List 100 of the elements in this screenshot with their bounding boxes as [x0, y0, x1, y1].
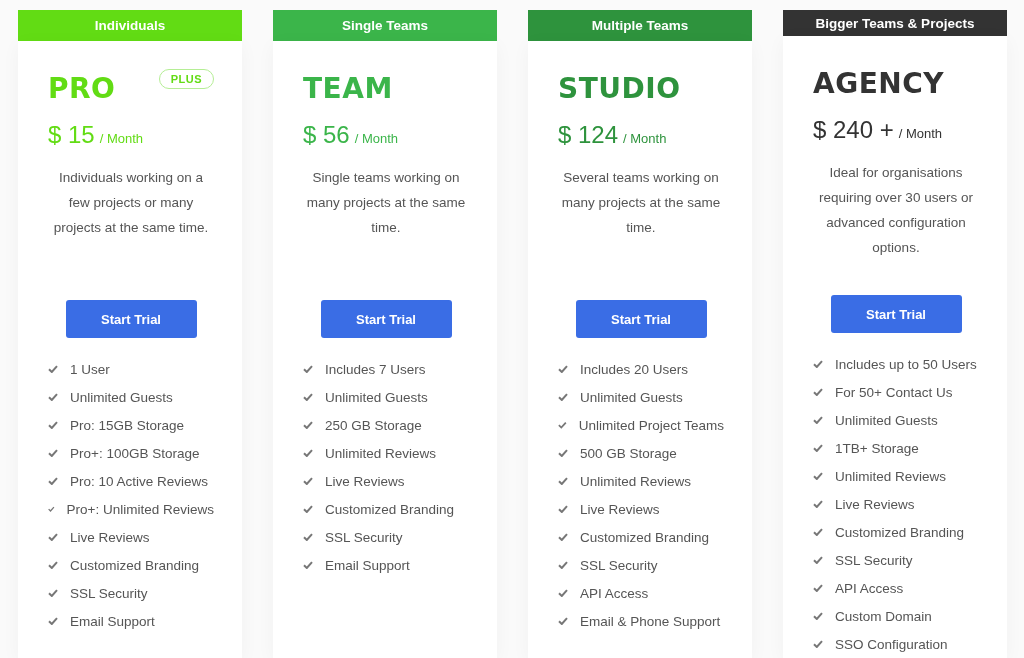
- check-icon: [813, 360, 823, 368]
- feature-text: SSO Configuration: [835, 636, 948, 652]
- feature-text: Unlimited Guests: [70, 389, 173, 405]
- plan-description: Ideal for organisations requiring over 30 users or advanced configuration options.: [818, 164, 974, 257]
- check-icon: [48, 561, 58, 569]
- check-icon: [48, 421, 58, 429]
- feature-text: 1TB+ Storage: [835, 440, 919, 456]
- start-trial-button[interactable]: Start Trial: [830, 295, 962, 333]
- check-icon: [303, 477, 313, 485]
- check-icon: [303, 561, 313, 569]
- plan-description: Several teams working on many projects at the same time.: [560, 169, 722, 237]
- check-icon: [558, 533, 568, 541]
- check-icon: [48, 449, 58, 457]
- check-icon: [303, 421, 313, 429]
- plan-price: $ 240 +: [813, 116, 894, 144]
- feature-text: 500 GB Storage: [580, 445, 677, 461]
- feature-text: Includes 20 Users: [580, 361, 689, 377]
- feature-text: Customized Branding: [70, 557, 200, 573]
- feature-text: API Access: [835, 580, 904, 596]
- check-icon: [558, 617, 568, 625]
- check-icon: [813, 416, 823, 424]
- plan-description: Single teams working on many projects at the same time.: [305, 169, 467, 237]
- price-period: / Month: [354, 131, 399, 146]
- feature-text: API Access: [580, 585, 649, 601]
- check-icon: [813, 388, 823, 396]
- feature-text: For 50+ Contact Us: [835, 384, 953, 400]
- check-icon: [48, 533, 58, 541]
- feature-text: Live Reviews: [835, 496, 915, 512]
- check-icon: [303, 505, 313, 513]
- plan-name: STUDIO: [558, 71, 681, 107]
- feature-text: Unlimited Project Teams: [578, 417, 724, 433]
- check-icon: [558, 393, 568, 401]
- feature-text: Unlimited Reviews: [325, 445, 437, 461]
- feature-text: SSL Security: [835, 552, 913, 568]
- check-icon: [813, 500, 823, 508]
- feature-text: SSL Security: [580, 557, 658, 573]
- feature-text: Customized Branding: [325, 501, 455, 517]
- plan-header: Individuals: [18, 10, 242, 41]
- check-icon: [303, 449, 313, 457]
- feature-text: Custom Domain: [835, 608, 932, 624]
- check-icon: [48, 477, 58, 485]
- feature-text: 250 GB Storage: [325, 417, 422, 433]
- check-icon: [813, 472, 823, 480]
- check-icon: [48, 617, 58, 625]
- check-icon: [558, 561, 568, 569]
- plan-description: Individuals working on a few projects or many projects at the same time.: [52, 169, 210, 237]
- check-icon: [813, 556, 823, 564]
- check-icon: [303, 365, 313, 373]
- feature-text: Live Reviews: [70, 529, 150, 545]
- plan-price: $ 56: [303, 121, 350, 149]
- price-period: / Month: [898, 126, 943, 141]
- check-icon: [813, 528, 823, 536]
- plan-name: PRO: [48, 71, 116, 107]
- check-icon: [558, 421, 567, 429]
- feature-text: Includes up to 50 Users: [835, 356, 977, 372]
- feature-text: Unlimited Reviews: [835, 468, 947, 484]
- feature-text: Unlimited Reviews: [580, 473, 692, 489]
- price-period: / Month: [623, 131, 667, 146]
- feature-text: Email Support: [70, 613, 155, 629]
- plan-name: TEAM: [303, 71, 393, 107]
- feature-text: Unlimited Guests: [580, 389, 683, 405]
- feature-text: 1 User: [70, 361, 110, 377]
- plan-price: $ 15: [48, 121, 95, 149]
- check-icon: [558, 365, 568, 373]
- feature-text: Includes 7 Users: [325, 361, 426, 377]
- feature-text: Pro+: Unlimited Reviews: [66, 501, 214, 517]
- feature-text: Unlimited Guests: [835, 412, 938, 428]
- check-icon: [813, 612, 823, 620]
- start-trial-button[interactable]: Start Trial: [320, 300, 452, 338]
- plan-price: $ 124: [558, 121, 619, 149]
- feature-text: Live Reviews: [325, 473, 405, 489]
- feature-text: Unlimited Guests: [325, 389, 428, 405]
- check-icon: [813, 584, 823, 592]
- check-icon: [48, 589, 58, 597]
- feature-text: Customized Branding: [835, 524, 965, 540]
- start-trial-button[interactable]: Start Trial: [65, 300, 197, 338]
- check-icon: [558, 505, 568, 513]
- feature-text: Live Reviews: [580, 501, 660, 517]
- check-icon: [303, 393, 313, 401]
- feature-text: SSL Security: [325, 529, 403, 545]
- check-icon: [303, 533, 313, 541]
- plan-name: AGENCY: [813, 66, 945, 102]
- plan-header: Bigger Teams & Projects: [783, 10, 1007, 36]
- feature-text: SSL Security: [70, 585, 148, 601]
- check-icon: [558, 589, 568, 597]
- check-icon: [813, 640, 823, 648]
- feature-text: Pro: 15GB Storage: [70, 417, 185, 433]
- feature-text: Pro: 10 Active Reviews: [70, 473, 209, 489]
- feature-text: Email & Phone Support: [580, 613, 721, 629]
- plan-header: Multiple Teams: [528, 10, 752, 41]
- plan-header: Single Teams: [273, 10, 497, 41]
- check-icon: [48, 505, 55, 513]
- feature-text: Customized Branding: [580, 529, 710, 545]
- start-trial-button[interactable]: Start Trial: [575, 300, 707, 338]
- check-icon: [813, 444, 823, 452]
- check-icon: [558, 477, 568, 485]
- price-period: / Month: [99, 131, 144, 146]
- check-icon: [558, 449, 568, 457]
- feature-text: Email Support: [325, 557, 410, 573]
- check-icon: [48, 365, 58, 373]
